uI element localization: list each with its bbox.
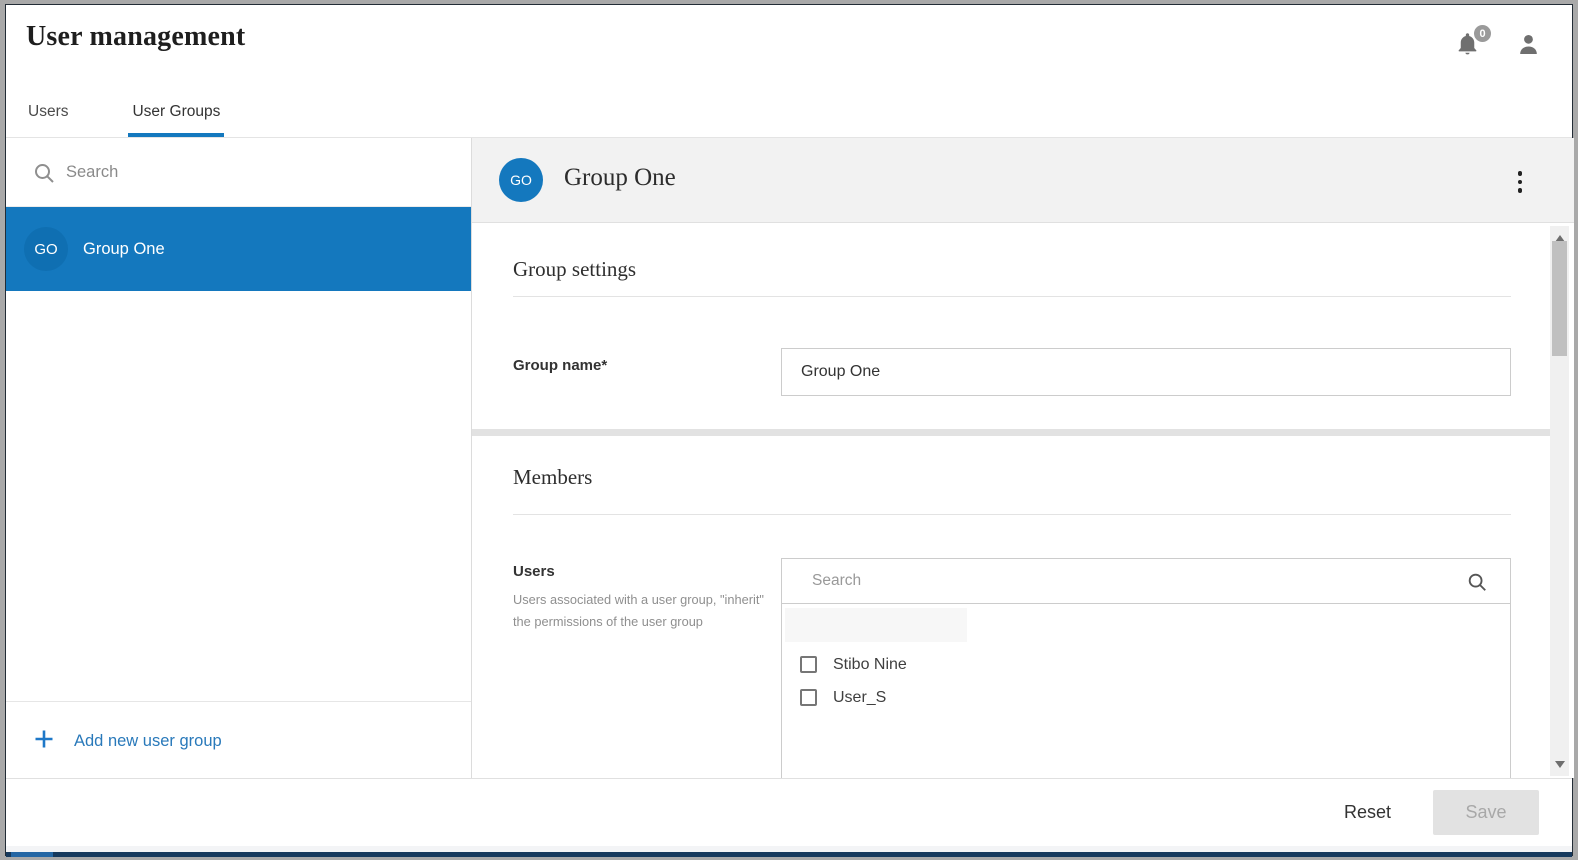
person-icon (1515, 45, 1542, 62)
action-footer: Reset Save (6, 778, 1572, 846)
user-name: User_S (833, 689, 886, 707)
user-row-stibo-nine[interactable]: Stibo Nine (782, 648, 1510, 681)
reset-button[interactable]: Reset (1344, 802, 1391, 823)
members-heading: Members (513, 465, 592, 490)
group-name-input[interactable] (781, 348, 1511, 396)
members-user-list: Stibo Nine User_S (781, 604, 1511, 778)
add-user-group-button[interactable]: Add new user group (34, 729, 222, 754)
detail-header: GO Group One (472, 138, 1574, 223)
more-options-button[interactable] (1512, 169, 1529, 195)
bottom-navy-bar (6, 852, 1572, 857)
checkbox-unchecked[interactable] (800, 689, 817, 706)
checkbox-unchecked[interactable] (800, 656, 817, 673)
group-detail-panel: GO Group One Group settings Group name* … (472, 138, 1574, 778)
user-management-window: User management 0 (5, 4, 1573, 856)
top-bar: User management 0 (6, 5, 1572, 138)
detail-title: Group One (564, 164, 676, 192)
group-list-sidebar: GO Group One Add new user group (6, 138, 472, 778)
users-description: Users associated with a user group, "inh… (513, 589, 765, 633)
divider (513, 514, 1511, 515)
tab-users[interactable]: Users (24, 103, 72, 137)
group-name-label: Group name* (513, 357, 607, 374)
save-button[interactable]: Save (1433, 790, 1539, 835)
navy-bar-segment (11, 852, 53, 857)
sidebar-search (6, 138, 471, 207)
group-avatar: GO (24, 227, 68, 271)
bell-icon (1454, 45, 1481, 62)
scrollbar-thumb[interactable] (1552, 241, 1567, 356)
sidebar-footer: Add new user group (6, 701, 471, 778)
group-list-item-selected[interactable]: GO Group One (6, 207, 471, 291)
divider (513, 296, 1511, 297)
group-settings-heading: Group settings (513, 257, 636, 282)
users-label: Users (513, 563, 555, 580)
user-name: Stibo Nine (833, 656, 907, 674)
tab-user-groups[interactable]: User Groups (128, 103, 224, 137)
notification-badge: 0 (1472, 23, 1493, 44)
kebab-icon (1518, 171, 1523, 176)
tab-bar: Users User Groups (24, 103, 224, 137)
section-separator (472, 429, 1550, 436)
add-user-group-label: Add new user group (74, 732, 222, 751)
detail-avatar: GO (499, 158, 543, 202)
plus-icon (34, 729, 54, 754)
profile-button[interactable] (1515, 31, 1542, 63)
detail-content: Group settings Group name* Members Users… (472, 223, 1574, 778)
members-search-input[interactable] (782, 559, 1510, 603)
vertical-scrollbar[interactable] (1550, 226, 1569, 776)
scroll-down-arrow[interactable] (1550, 756, 1569, 772)
members-search (781, 558, 1511, 604)
page-title: User management (26, 21, 245, 53)
list-highlight (785, 608, 967, 642)
sidebar-search-input[interactable] (66, 138, 446, 206)
user-row-user-s[interactable]: User_S (782, 681, 1510, 714)
notifications-button[interactable]: 0 (1454, 31, 1481, 63)
group-item-label: Group One (83, 240, 165, 259)
